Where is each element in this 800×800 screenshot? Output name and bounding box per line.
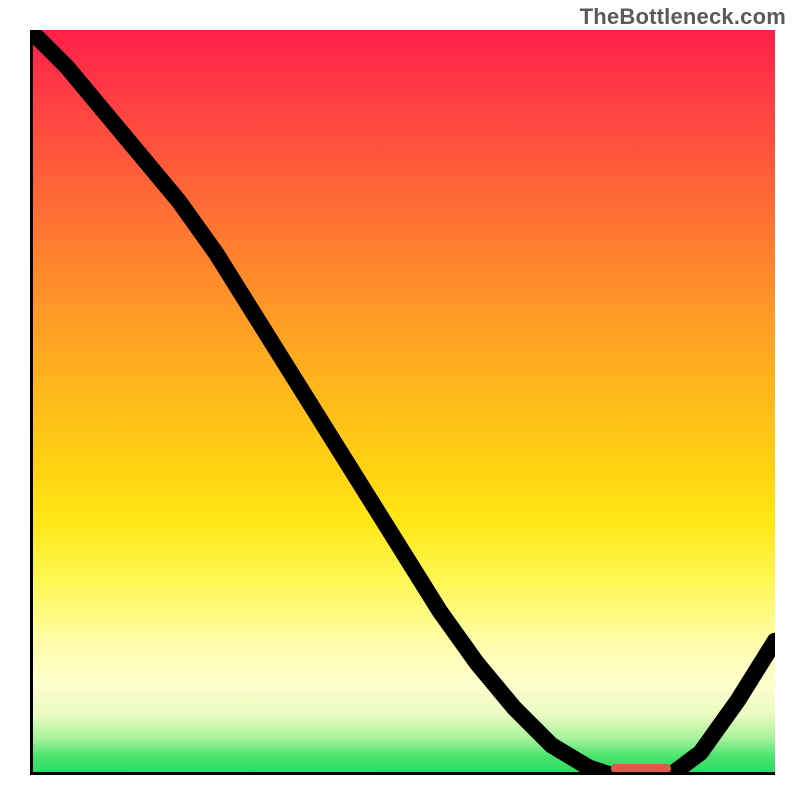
chart-root: TheBottleneck.com — [0, 0, 800, 800]
optimal-range-marker — [611, 764, 671, 773]
watermark-text: TheBottleneck.com — [580, 4, 786, 30]
curve-path — [30, 30, 775, 775]
bottleneck-curve — [30, 30, 775, 775]
plot-area — [30, 30, 775, 775]
